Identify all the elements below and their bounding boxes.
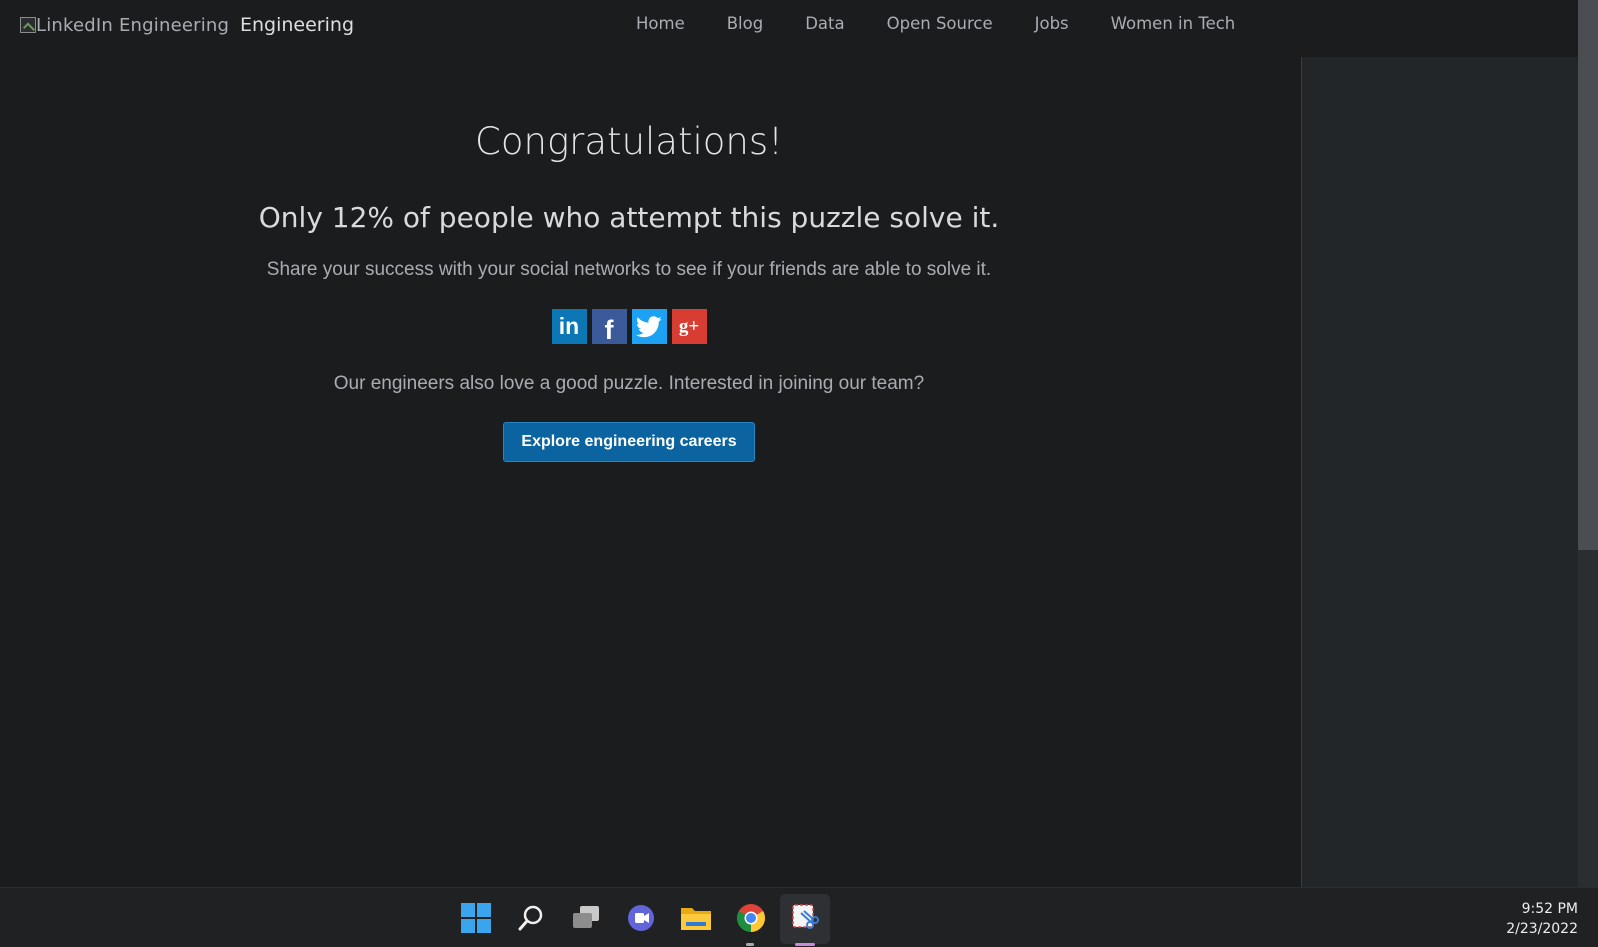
clock-time: 9:52 PM: [1521, 901, 1578, 917]
facebook-glyph: f: [604, 315, 614, 345]
snipping-tool-active-indicator: [795, 943, 815, 946]
congratulations-heading: Congratulations!: [475, 120, 783, 163]
teams-chat-icon[interactable]: [625, 902, 657, 934]
clock-date: 2/23/2022: [1506, 921, 1578, 937]
nav-open-source[interactable]: Open Source: [887, 14, 993, 33]
system-clock[interactable]: 9:52 PM 2/23/2022: [1506, 899, 1578, 939]
windows-taskbar: 9:52 PM 2/23/2022: [0, 887, 1598, 947]
share-prompt: Share your success with your social netw…: [266, 259, 992, 280]
nav-women-in-tech[interactable]: Women in Tech: [1111, 14, 1236, 33]
file-explorer-icon[interactable]: [680, 902, 712, 934]
explore-careers-button[interactable]: Explore engineering careers: [503, 422, 755, 462]
broken-image-icon: [20, 17, 36, 33]
scrollbar-thumb[interactable]: [1578, 0, 1598, 550]
social-share-buttons: in f g+: [0, 309, 1258, 345]
nav-home[interactable]: Home: [636, 14, 685, 33]
twitter-share-icon[interactable]: [631, 309, 667, 344]
top-navigation: LinkedIn Engineering Engineering Home Bl…: [0, 0, 1578, 57]
google-plus-glyph: g+: [678, 315, 700, 337]
task-view-icon[interactable]: [570, 902, 602, 934]
chrome-running-indicator: [746, 943, 754, 946]
site-logo[interactable]: LinkedIn Engineering: [20, 13, 229, 37]
nav-blog[interactable]: Blog: [727, 14, 763, 33]
twitter-bird-icon: [636, 315, 662, 337]
google-plus-share-icon[interactable]: g+: [671, 309, 707, 344]
nav-jobs[interactable]: Jobs: [1035, 14, 1069, 33]
linkedin-glyph: in: [558, 313, 580, 339]
search-icon[interactable]: [515, 902, 547, 934]
snipping-tool-icon[interactable]: [789, 902, 821, 934]
site-title[interactable]: Engineering: [240, 14, 354, 36]
nav-links: Home Blog Data Open Source Jobs Women in…: [636, 14, 1277, 33]
facebook-share-icon[interactable]: f: [591, 309, 627, 345]
browser-page: LinkedIn Engineering Engineering Home Bl…: [0, 0, 1598, 947]
join-team-prompt: Our engineers also love a good puzzle. I…: [333, 373, 925, 394]
windows-start-icon[interactable]: [460, 902, 492, 934]
puzzle-stat-text: Only 12% of people who attempt this puzz…: [258, 201, 1000, 234]
nav-data[interactable]: Data: [805, 14, 844, 33]
logo-alt-text: LinkedIn Engineering: [36, 14, 230, 36]
main-content: Congratulations! Only 12% of people who …: [0, 57, 1258, 462]
right-sidebar: [1301, 57, 1578, 887]
chrome-icon[interactable]: [735, 902, 767, 934]
linkedin-share-icon[interactable]: in: [551, 309, 587, 344]
